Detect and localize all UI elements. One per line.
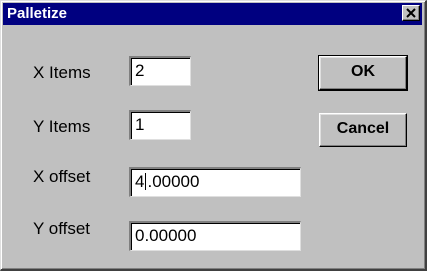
cancel-button[interactable]: Cancel (319, 113, 407, 147)
x-items-label: X Items (33, 63, 91, 82)
dialog-title: Palletize (7, 5, 68, 22)
x-items-field[interactable]: 2 (129, 56, 191, 86)
palletize-dialog: Palletize X Items 2 Y Items 1 X offset 4… (0, 0, 427, 271)
title-bar[interactable]: Palletize (3, 3, 422, 25)
y-offset-field[interactable]: 0.00000 (129, 221, 301, 251)
x-offset-field[interactable]: 4.00000 (129, 167, 301, 197)
x-offset-value-before-caret: 4 (135, 172, 145, 191)
x-offset-label: X offset (33, 167, 91, 186)
x-offset-value-after-caret: .00000 (147, 172, 200, 191)
y-items-label: Y Items (33, 117, 91, 136)
y-items-field[interactable]: 1 (129, 110, 191, 140)
y-offset-label: Y offset (33, 219, 91, 238)
close-button[interactable] (402, 5, 420, 21)
ok-button[interactable]: OK (318, 55, 408, 91)
y-offset-value: 0.00000 (135, 226, 197, 245)
x-items-value: 2 (135, 61, 145, 80)
close-icon (406, 8, 416, 18)
y-items-value: 1 (135, 115, 145, 134)
